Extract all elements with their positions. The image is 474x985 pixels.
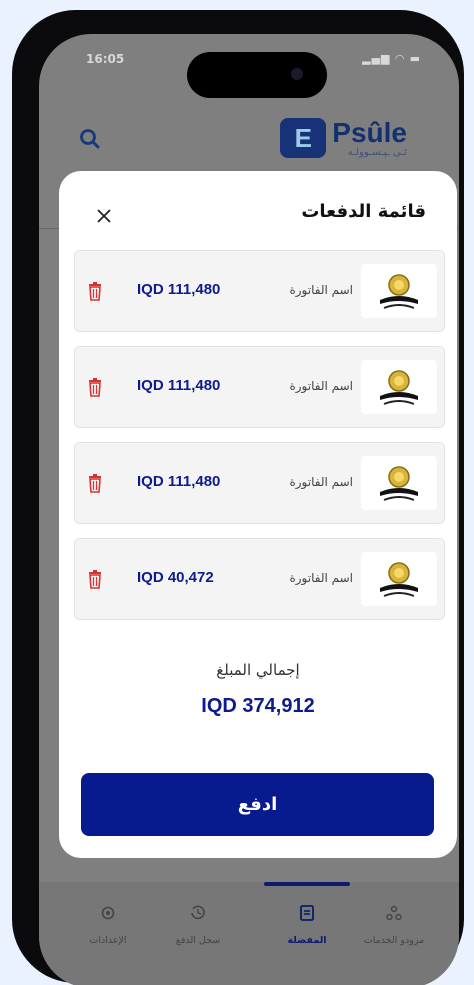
search-icon[interactable] [77,126,103,152]
invoice-name: اسم الفاتورة [289,379,353,393]
tab-label: مزودو الخدمات [363,935,425,946]
app-logo: E Psûle ئـی ـپـسـوولـه [280,118,407,158]
list-item[interactable]: اسم الفاتورة IQD 111,480 [74,346,445,428]
tab-service-providers[interactable]: مزودو الخدمات [349,904,439,947]
status-time: 16:05 [86,52,125,66]
pay-button[interactable]: ادفع [81,773,434,836]
favorites-icon [300,905,314,921]
tab-settings[interactable]: الإعدادات [63,904,153,947]
close-icon[interactable] [93,205,115,227]
tab-favorites[interactable]: المفضلة [262,904,352,947]
emblem-icon [361,360,437,414]
invoice-name: اسم الفاتورة [289,283,353,297]
emblem-icon [361,552,437,606]
tab-payment-history[interactable]: سجل الدفع [153,904,243,947]
trash-icon[interactable] [87,473,103,493]
dynamic-island [187,52,327,98]
tab-label: المفضلة [287,935,327,946]
trash-icon[interactable] [87,569,103,589]
settings-icon [101,906,115,920]
invoice-name: اسم الفاتورة [289,475,353,489]
phone-frame: 16:05 ▂▄▆ ◠ ▬ E Psûle ئـی ـپـسـوولـه قائ… [12,10,464,985]
bottom-tab-bar: الإعدادات سجل الدفع المفضلة مزودو الخدما… [39,882,459,985]
trash-icon[interactable] [87,377,103,397]
invoice-amount: IQD 40,472 [137,569,214,586]
history-icon [191,905,205,920]
trash-icon[interactable] [87,281,103,301]
list-item[interactable]: اسم الفاتورة IQD 111,480 [74,442,445,524]
tab-label: الإعدادات [89,935,127,946]
active-tab-indicator [264,882,350,886]
emblem-icon [361,456,437,510]
payment-list-modal: قائمة الدفعات اسم الفاتورة IQD 111,480 ا… [59,171,457,858]
camera [291,68,303,80]
invoice-name: اسم الفاتورة [289,571,353,585]
invoice-amount: IQD 111,480 [137,473,221,490]
list-item[interactable]: اسم الفاتورة IQD 111,480 [74,250,445,332]
total-label: إجمالي المبلغ [216,661,300,679]
emblem-icon [361,264,437,318]
status-icons: ▂▄▆ ◠ ▬ [362,52,421,65]
invoice-amount: IQD 111,480 [137,281,221,298]
invoice-amount: IQD 111,480 [137,377,221,394]
screen: 16:05 ▂▄▆ ◠ ▬ E Psûle ئـی ـپـسـوولـه قائ… [39,34,459,985]
modal-title: قائمة الدفعات [301,201,426,222]
logo-name: Psûle [332,116,407,148]
tab-label: سجل الدفع [175,935,221,946]
list-item[interactable]: اسم الفاتورة IQD 40,472 [74,538,445,620]
payment-list: اسم الفاتورة IQD 111,480 اسم الفاتورة IQ… [74,250,445,634]
total-amount: IQD 374,912 [201,695,315,717]
logo-icon: E [280,118,327,158]
logo-subtitle: ئـی ـپـسـوولـه [347,146,407,158]
providers-icon [386,905,402,921]
